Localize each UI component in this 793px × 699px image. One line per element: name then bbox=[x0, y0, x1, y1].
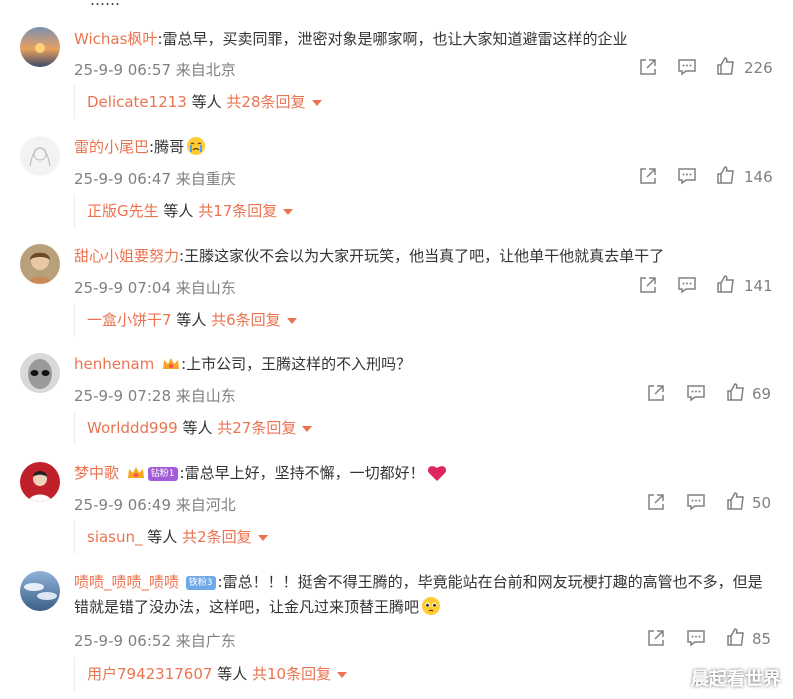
caret-down-icon[interactable] bbox=[283, 208, 294, 215]
like-count: 141 bbox=[744, 277, 773, 295]
caret-down-icon[interactable] bbox=[286, 317, 297, 324]
comment-icon[interactable] bbox=[686, 383, 706, 403]
comment-icon[interactable] bbox=[677, 275, 697, 295]
caret-down-icon[interactable] bbox=[337, 671, 348, 678]
comment-icon[interactable] bbox=[677, 57, 697, 77]
comment-text: :雷总早，买卖同罪，泄密对象是哪家啊，也让大家知道避雷这样的企业 bbox=[157, 30, 628, 48]
like-icon[interactable] bbox=[716, 274, 736, 294]
reply-count[interactable]: 共17条回复 bbox=[198, 202, 277, 220]
reply-count[interactable]: 共27条回复 bbox=[217, 419, 296, 437]
share-icon[interactable] bbox=[646, 383, 666, 403]
crown-badge-icon[interactable] bbox=[126, 464, 146, 482]
caret-down-icon[interactable] bbox=[311, 99, 322, 106]
crying-face-emoji bbox=[187, 137, 206, 155]
reply-etc: 等人 bbox=[163, 202, 194, 220]
comment-username[interactable]: henhenam bbox=[74, 355, 154, 373]
reply-count[interactable]: 共6条回复 bbox=[211, 311, 281, 329]
comment-location: 来自山东 bbox=[175, 387, 236, 405]
replies-summary[interactable]: 正版G先生 等人 共17条回复 bbox=[74, 194, 793, 228]
reply-etc: 等人 bbox=[191, 93, 222, 111]
reply-count[interactable]: 共2条回复 bbox=[182, 528, 252, 546]
share-icon[interactable] bbox=[638, 166, 658, 186]
replies-summary[interactable]: Delicate1213 等人 共28条回复 bbox=[74, 85, 793, 119]
reply-etc: 等人 bbox=[147, 528, 178, 546]
like-count: 226 bbox=[744, 59, 773, 77]
red-heart-emoji bbox=[427, 466, 446, 481]
avatar[interactable] bbox=[20, 571, 60, 611]
comment-location: 来自河北 bbox=[175, 496, 236, 514]
replies-summary[interactable]: 一盒小饼干7 等人 共6条回复 bbox=[74, 303, 793, 337]
pleading-face-emoji bbox=[422, 597, 441, 615]
fan-badge[interactable]: 钻粉1 bbox=[147, 466, 178, 481]
like-icon[interactable] bbox=[716, 165, 736, 185]
caret-down-icon[interactable] bbox=[257, 534, 268, 541]
watermark: 晨起看世界 bbox=[691, 669, 781, 690]
reply-username[interactable]: 用户7942317607 bbox=[87, 665, 212, 683]
reply-etc: 等人 bbox=[182, 419, 213, 437]
reply-etc: 等人 bbox=[176, 311, 207, 329]
like-icon[interactable] bbox=[726, 382, 746, 402]
like-count: 50 bbox=[752, 494, 772, 512]
replies-summary[interactable]: Worlddd999 等人 共27条回复 bbox=[74, 411, 793, 445]
reply-etc: 等人 bbox=[217, 665, 248, 683]
comment-icon[interactable] bbox=[686, 492, 706, 512]
comment-time: 25-9-9 07:04 bbox=[74, 279, 171, 297]
comment-text: :王滕这家伙不会以为大家开玩笑，他当真了吧，让他单干他就真去单干了 bbox=[179, 247, 665, 265]
replies-summary[interactable]: siasun_ 等人 共2条回复 bbox=[74, 520, 793, 554]
reply-username[interactable]: Delicate1213 bbox=[87, 93, 187, 111]
avatar[interactable] bbox=[20, 462, 60, 502]
comment-icon[interactable] bbox=[677, 166, 697, 186]
like-count: 146 bbox=[744, 168, 773, 186]
share-icon[interactable] bbox=[646, 628, 666, 648]
comment-text: :雷总早上好，坚持不懈，一切都好！ bbox=[179, 464, 425, 482]
crown-badge-icon[interactable] bbox=[161, 355, 181, 373]
like-count: 85 bbox=[752, 630, 772, 648]
fan-badge[interactable]: 铁粉3 bbox=[185, 575, 216, 590]
comment-location: 来自北京 bbox=[175, 61, 236, 79]
comment-time: 25-9-9 06:52 bbox=[74, 632, 171, 650]
comment-username[interactable]: Wichas枫叶 bbox=[74, 30, 157, 48]
avatar[interactable] bbox=[20, 353, 60, 393]
replies-summary[interactable]: 用户7942317607 等人 共10条回复 bbox=[74, 657, 793, 691]
comment-text: :腾哥 bbox=[149, 138, 185, 156]
like-icon[interactable] bbox=[726, 627, 746, 647]
reply-username[interactable]: Worlddd999 bbox=[87, 419, 178, 437]
avatar[interactable] bbox=[20, 244, 60, 284]
share-icon[interactable] bbox=[646, 492, 666, 512]
comment-username[interactable]: 啧啧_啧啧_啧啧 bbox=[74, 573, 179, 591]
comment-username[interactable]: 雷的小尾巴 bbox=[74, 138, 149, 156]
reply-count[interactable]: 共28条回复 bbox=[226, 93, 305, 111]
comment-text: :上市公司，王腾这样的不入刑吗？ bbox=[181, 355, 412, 373]
comment-time: 25-9-9 07:28 bbox=[74, 387, 171, 405]
reply-username[interactable]: 正版G先生 bbox=[87, 202, 159, 220]
reply-count[interactable]: 共10条回复 bbox=[252, 665, 331, 683]
comment-location: 来自广东 bbox=[175, 632, 236, 650]
comment-username[interactable]: 梦中歌 bbox=[74, 464, 119, 482]
comment-icon[interactable] bbox=[686, 628, 706, 648]
share-icon[interactable] bbox=[638, 275, 658, 295]
caret-down-icon[interactable] bbox=[302, 425, 313, 432]
comment-time: 25-9-9 06:47 bbox=[74, 170, 171, 188]
comment-location: 来自重庆 bbox=[175, 170, 236, 188]
comment-location: 来自山东 bbox=[175, 279, 236, 297]
like-icon[interactable] bbox=[716, 56, 736, 76]
reply-username[interactable]: 一盒小饼干7 bbox=[87, 311, 172, 329]
like-count: 69 bbox=[752, 385, 772, 403]
avatar[interactable] bbox=[20, 136, 60, 176]
reply-username[interactable]: siasun_ bbox=[87, 528, 143, 546]
like-icon[interactable] bbox=[726, 491, 746, 511]
comment-time: 25-9-9 06:57 bbox=[74, 61, 171, 79]
share-icon[interactable] bbox=[638, 57, 658, 77]
comment-username[interactable]: 甜心小姐要努力 bbox=[74, 247, 179, 265]
comment-time: 25-9-9 06:49 bbox=[74, 496, 171, 514]
truncated-previous-text: …… bbox=[90, 0, 120, 9]
avatar[interactable] bbox=[20, 27, 60, 67]
